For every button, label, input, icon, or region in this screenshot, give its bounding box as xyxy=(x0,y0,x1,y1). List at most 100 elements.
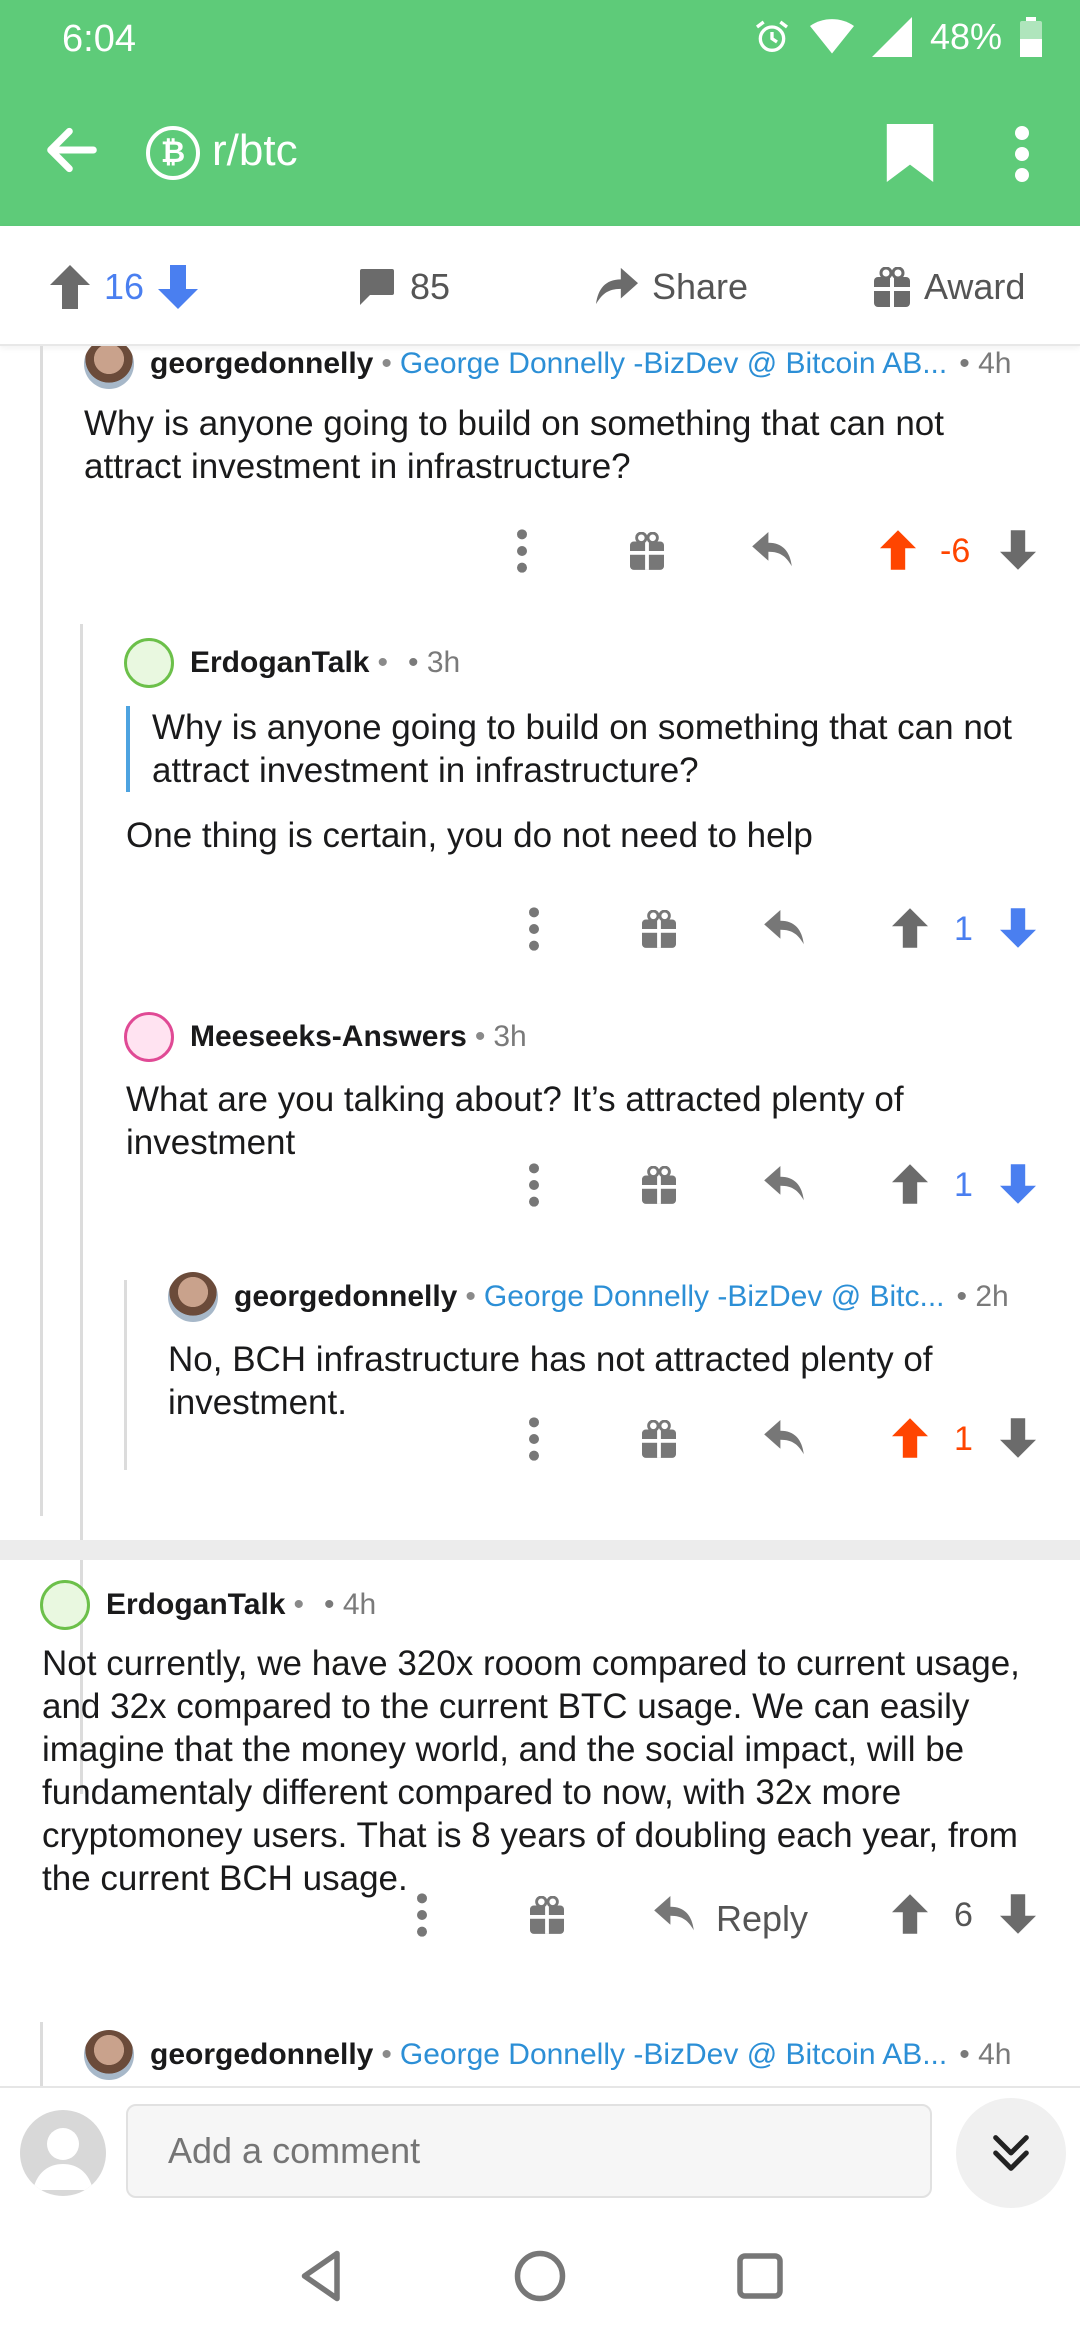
user-silhouette-icon xyxy=(33,2128,93,2190)
downvote-icon[interactable] xyxy=(1000,530,1036,570)
reply-arrow-icon[interactable] xyxy=(764,910,804,946)
comment-age: • 3h xyxy=(408,646,461,679)
bookmark-icon[interactable] xyxy=(886,124,934,182)
comment-age-value: 4h xyxy=(342,1588,377,1621)
comment-bubble-icon xyxy=(360,269,394,305)
comment-score: 1 xyxy=(954,910,973,948)
comment-author[interactable]: ErdoganTalk xyxy=(106,1588,285,1622)
more-options-icon[interactable] xyxy=(1010,126,1034,182)
more-options-icon[interactable] xyxy=(412,1890,432,1940)
nav-recents-icon[interactable] xyxy=(730,2246,790,2306)
separator-dot: • xyxy=(474,1020,486,1053)
comment-age: • 4h xyxy=(324,1588,377,1621)
more-options-icon[interactable] xyxy=(524,1414,544,1464)
downvote-icon[interactable] xyxy=(1000,1894,1036,1934)
share-button[interactable]: Share xyxy=(596,262,748,312)
comment-score: -6 xyxy=(940,532,971,570)
more-options-icon[interactable] xyxy=(524,1160,544,1210)
separator-dot: • xyxy=(381,347,392,380)
quoted-text: Why is anyone going to build on somethin… xyxy=(126,706,1066,792)
comments-count-button[interactable]: 85 xyxy=(356,262,450,312)
comment-header: georgedonnelly • George Donnelly -BizDev… xyxy=(84,2028,1011,2082)
comment-age: • 4h xyxy=(959,347,1012,380)
comment-score: 1 xyxy=(954,1420,973,1458)
more-options-icon[interactable] xyxy=(512,526,532,576)
app-bar: ₿ r/btc xyxy=(0,96,1080,206)
back-arrow-icon[interactable] xyxy=(40,118,104,182)
avatar[interactable] xyxy=(84,2030,134,2080)
comment-age-value: 4h xyxy=(978,347,1012,380)
avatar[interactable] xyxy=(124,638,174,688)
reply-arrow-icon[interactable] xyxy=(654,1896,694,1932)
comment-header: Meeseeks-Answers • 3h xyxy=(124,1010,527,1064)
comment-item: ErdoganTalk • • 3h Why is anyone going t… xyxy=(0,596,1080,976)
gift-icon[interactable] xyxy=(530,1896,564,1934)
avatar[interactable] xyxy=(168,1272,218,1322)
nav-home-icon[interactable] xyxy=(510,2246,570,2306)
reply-button[interactable]: Reply xyxy=(716,1898,808,1940)
comment-body: One thing is certain, you do not need to… xyxy=(126,816,813,855)
award-button[interactable]: Award xyxy=(874,262,1025,312)
upvote-icon[interactable] xyxy=(892,1894,928,1934)
comment-author[interactable]: Meeseeks-Answers xyxy=(190,1020,467,1054)
subreddit-name[interactable]: r/btc xyxy=(212,126,298,176)
gift-icon[interactable] xyxy=(642,1166,676,1204)
upvote-icon[interactable] xyxy=(892,1164,928,1204)
share-label: Share xyxy=(652,266,749,307)
comment-item: Meeseeks-Answers • 3h What are you talki… xyxy=(0,976,1080,1256)
comment-age: 3h xyxy=(493,1020,527,1053)
downvote-icon[interactable] xyxy=(1000,1164,1036,1204)
comment-body: What are you talking about? It’s attract… xyxy=(126,1080,904,1162)
more-options-icon[interactable] xyxy=(524,904,544,954)
comment-author[interactable]: georgedonnelly xyxy=(234,1280,457,1314)
wifi-icon xyxy=(809,19,854,54)
comment-actions: -6 xyxy=(0,526,1080,576)
double-chevron-down-icon xyxy=(993,2135,1029,2171)
status-time: 6:04 xyxy=(62,18,136,60)
subreddit-icon[interactable]: ₿ xyxy=(146,126,200,180)
gift-icon[interactable] xyxy=(642,910,676,948)
current-user-avatar[interactable] xyxy=(20,2110,106,2196)
avatar[interactable] xyxy=(40,1580,90,1630)
comment-author[interactable]: georgedonnelly xyxy=(150,347,373,381)
comment-actions: 1 xyxy=(0,1414,1080,1464)
upvote-icon[interactable] xyxy=(892,1418,928,1458)
reply-arrow-icon[interactable] xyxy=(764,1166,804,1202)
user-flair: George Donnelly -BizDev @ Bitc... xyxy=(483,1280,945,1313)
comment-score: 1 xyxy=(954,1166,973,1204)
comment-actions: Reply 6 xyxy=(0,1890,1080,1940)
downvote-icon[interactable] xyxy=(158,265,199,309)
gift-icon[interactable] xyxy=(630,532,664,570)
award-label: Award xyxy=(924,266,1026,307)
jump-to-next-button[interactable] xyxy=(956,2098,1066,2208)
comment-body: Not currently, we have 320x rooom compar… xyxy=(42,1644,1020,1898)
downvote-icon[interactable] xyxy=(1000,1418,1036,1458)
upvote-icon[interactable] xyxy=(892,908,928,948)
reply-arrow-icon[interactable] xyxy=(752,532,792,568)
battery-icon xyxy=(1020,17,1042,57)
separator-dot: • xyxy=(293,1588,304,1621)
signal-icon xyxy=(871,17,912,57)
comments-list: georgedonnelly • George Donnelly -BizDev… xyxy=(0,346,1080,2086)
downvote-icon[interactable] xyxy=(1000,908,1036,948)
add-comment-input[interactable] xyxy=(126,2104,932,2198)
user-flair: George Donnelly -BizDev @ Bitcoin AB... xyxy=(399,347,948,380)
avatar[interactable] xyxy=(124,1012,174,1062)
gift-icon[interactable] xyxy=(642,1420,676,1458)
comment-actions: 1 xyxy=(0,904,1080,954)
comment-author[interactable]: georgedonnelly xyxy=(150,2038,373,2072)
comment-age: • 4h xyxy=(959,2038,1012,2071)
upvote-icon[interactable] xyxy=(50,265,90,309)
nav-back-icon[interactable] xyxy=(292,2246,352,2306)
upvote-icon[interactable] xyxy=(880,530,916,570)
comment-item: georgedonnelly • George Donnelly -BizDev… xyxy=(0,2022,1080,2086)
comment-item: georgedonnelly • George Donnelly -BizDev… xyxy=(0,1256,1080,1470)
status-icons: 48% xyxy=(752,16,1042,58)
comment-composer-bar xyxy=(0,2086,1080,2212)
post-action-bar: 16 85 Share Award xyxy=(0,226,1080,346)
reply-arrow-icon[interactable] xyxy=(764,1420,804,1456)
comment-author[interactable]: ErdoganTalk xyxy=(190,646,369,680)
separator-dot: • xyxy=(381,2038,392,2071)
comment-body: Why is anyone going to build on somethin… xyxy=(84,404,944,486)
avatar[interactable] xyxy=(84,346,134,389)
